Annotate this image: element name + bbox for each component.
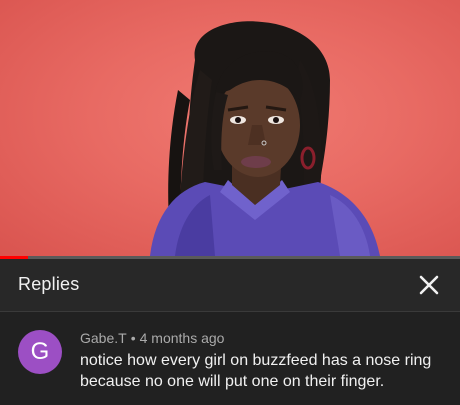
close-icon (419, 275, 439, 295)
comment-meta: Gabe.T • 4 months ago (80, 330, 224, 346)
comment-timestamp[interactable]: 4 months ago (140, 330, 225, 346)
app-screen: Replies G Gabe.T • 4 months ago notice how… (0, 0, 460, 405)
replies-header: Replies (0, 259, 460, 312)
meta-separator: • (130, 330, 136, 346)
video-player[interactable] (0, 0, 460, 256)
close-button[interactable] (416, 272, 442, 298)
comment-author[interactable]: Gabe.T (80, 330, 127, 346)
video-frame-illustration (150, 21, 380, 256)
comment-item: G Gabe.T • 4 months ago notice how every g… (0, 312, 460, 405)
avatar[interactable]: G (18, 330, 62, 374)
comment-text: notice how every girl on buzzfeed has a … (80, 352, 432, 390)
replies-title: Replies (18, 274, 80, 294)
